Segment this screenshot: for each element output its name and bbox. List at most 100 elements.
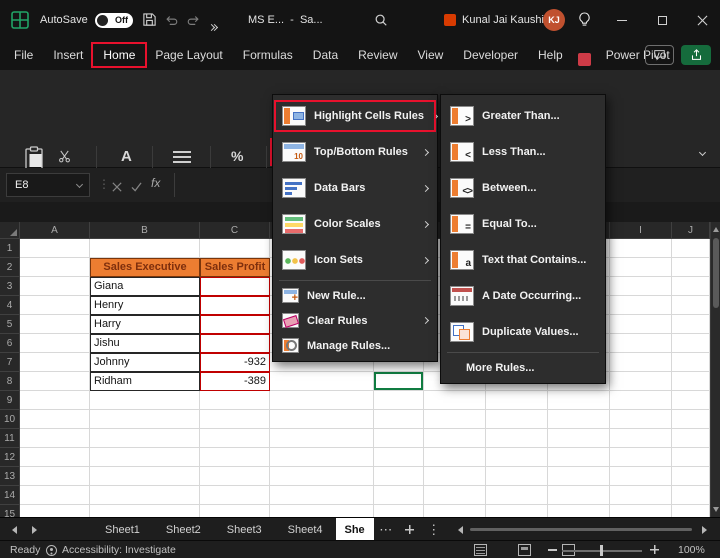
prev-sheet-arrow[interactable] [12, 526, 17, 534]
tab-data[interactable]: Data [303, 40, 348, 70]
cell-a6[interactable] [20, 334, 90, 353]
zoom-level[interactable]: 100% [678, 544, 705, 556]
function-icon[interactable]: fx [151, 176, 160, 190]
cell-c4[interactable] [200, 296, 270, 315]
cell-g10[interactable] [486, 410, 548, 429]
cell-g9[interactable] [486, 391, 548, 410]
cell-a5[interactable] [20, 315, 90, 334]
cell-j6[interactable] [672, 334, 710, 353]
normal-view-icon[interactable] [474, 544, 487, 556]
cell-e12[interactable] [374, 448, 424, 467]
sheet-tab-active[interactable]: She [336, 518, 374, 541]
menu-item-highlight-cells-rules[interactable]: Highlight Cells Rules [273, 98, 437, 134]
row-header-9[interactable]: 9 [0, 391, 20, 410]
page-layout-view-icon[interactable] [518, 544, 531, 556]
menu-item-duplicate-values[interactable]: Duplicate Values... [441, 314, 605, 350]
cell-b13[interactable] [90, 467, 200, 486]
row-header-2[interactable]: 2 [0, 258, 20, 277]
cell-i9[interactable] [610, 391, 672, 410]
zoom-out-icon[interactable] [548, 549, 557, 551]
more-sheets-button[interactable] [374, 518, 398, 541]
cell-b1[interactable] [90, 239, 200, 258]
menu-item-less-than[interactable]: Less Than... [441, 134, 605, 170]
cell-b10[interactable] [90, 410, 200, 429]
autosave-toggle[interactable]: Off [95, 13, 133, 28]
cell-c6[interactable] [200, 334, 270, 353]
row-header-5[interactable]: 5 [0, 315, 20, 334]
tab-view[interactable]: View [408, 40, 454, 70]
cell-c15[interactable] [200, 505, 270, 517]
menu-item-greater-than[interactable]: Greater Than... [441, 98, 605, 134]
menu-item-a-date-occurring[interactable]: A Date Occurring... [441, 278, 605, 314]
cell-c11[interactable] [200, 429, 270, 448]
column-header-j[interactable]: J [672, 222, 710, 239]
menu-item-manage-rules[interactable]: Manage Rules... [273, 333, 437, 358]
maximize-button[interactable] [644, 0, 680, 40]
cell-j5[interactable] [672, 315, 710, 334]
sheet-tab-sheet2[interactable]: Sheet2 [153, 518, 214, 541]
cell-g13[interactable] [486, 467, 548, 486]
cell-d10[interactable] [270, 410, 374, 429]
cell-j15[interactable] [672, 505, 710, 517]
cell-i8[interactable] [610, 372, 672, 391]
cell-b4[interactable]: Henry [90, 296, 200, 315]
zoom-slider[interactable] [562, 550, 642, 552]
add-sheet-button[interactable] [398, 518, 422, 541]
row-header-11[interactable]: 11 [0, 429, 20, 448]
cell-a4[interactable] [20, 296, 90, 315]
cell-h14[interactable] [548, 486, 610, 505]
row-header-3[interactable]: 3 [0, 277, 20, 296]
menu-item-new-rule[interactable]: New Rule... [273, 283, 437, 308]
cell-a11[interactable] [20, 429, 90, 448]
comment-button[interactable] [645, 45, 674, 65]
cell-i14[interactable] [610, 486, 672, 505]
row-header-12[interactable]: 12 [0, 448, 20, 467]
cell-b7[interactable]: Johnny [90, 353, 200, 372]
cell-g14[interactable] [486, 486, 548, 505]
cell-d15[interactable] [270, 505, 374, 517]
lightbulb-icon[interactable] [578, 12, 591, 32]
row-header-4[interactable]: 4 [0, 296, 20, 315]
select-all-button[interactable] [0, 222, 20, 239]
cell-c9[interactable] [200, 391, 270, 410]
enter-icon[interactable] [131, 179, 142, 197]
cell-c5[interactable] [200, 315, 270, 334]
cell-i5[interactable] [610, 315, 672, 334]
cell-b15[interactable] [90, 505, 200, 517]
row-header-13[interactable]: 13 [0, 467, 20, 486]
menu-item-text-that-contains[interactable]: Text that Contains... [441, 242, 605, 278]
tab-home[interactable]: Home [93, 40, 145, 70]
cell-j11[interactable] [672, 429, 710, 448]
cell-b14[interactable] [90, 486, 200, 505]
vertical-scroll-thumb[interactable] [713, 238, 719, 308]
cell-a9[interactable] [20, 391, 90, 410]
cell-d8[interactable] [270, 372, 374, 391]
cell-b2[interactable]: Sales Executive [90, 258, 200, 277]
vertical-scrollbar[interactable] [710, 222, 720, 517]
sheet-tab-sheet4[interactable]: Sheet4 [275, 518, 336, 541]
zoom-in-icon[interactable] [650, 545, 659, 554]
row-header-7[interactable]: 7 [0, 353, 20, 372]
redo-icon[interactable] [186, 13, 201, 32]
cell-j2[interactable] [672, 258, 710, 277]
cell-a3[interactable] [20, 277, 90, 296]
cell-c14[interactable] [200, 486, 270, 505]
cell-e10[interactable] [374, 410, 424, 429]
menu-item-equal-to[interactable]: Equal To... [441, 206, 605, 242]
cell-d9[interactable] [270, 391, 374, 410]
cell-a12[interactable] [20, 448, 90, 467]
cell-c8[interactable]: -389 [200, 372, 270, 391]
cell-e14[interactable] [374, 486, 424, 505]
cell-a7[interactable] [20, 353, 90, 372]
cell-e11[interactable] [374, 429, 424, 448]
tab-help[interactable]: Help [528, 40, 573, 70]
scroll-up-arrow[interactable] [713, 227, 719, 232]
cell-c10[interactable] [200, 410, 270, 429]
cell-c7[interactable]: -932 [200, 353, 270, 372]
tab-review[interactable]: Review [348, 40, 407, 70]
cell-h9[interactable] [548, 391, 610, 410]
cell-b8[interactable]: Ridham [90, 372, 200, 391]
hscroll-left-arrow[interactable] [458, 526, 463, 534]
ribbon-display-chevron[interactable] [699, 149, 706, 156]
menu-item-icon-sets[interactable]: Icon Sets [273, 242, 437, 278]
